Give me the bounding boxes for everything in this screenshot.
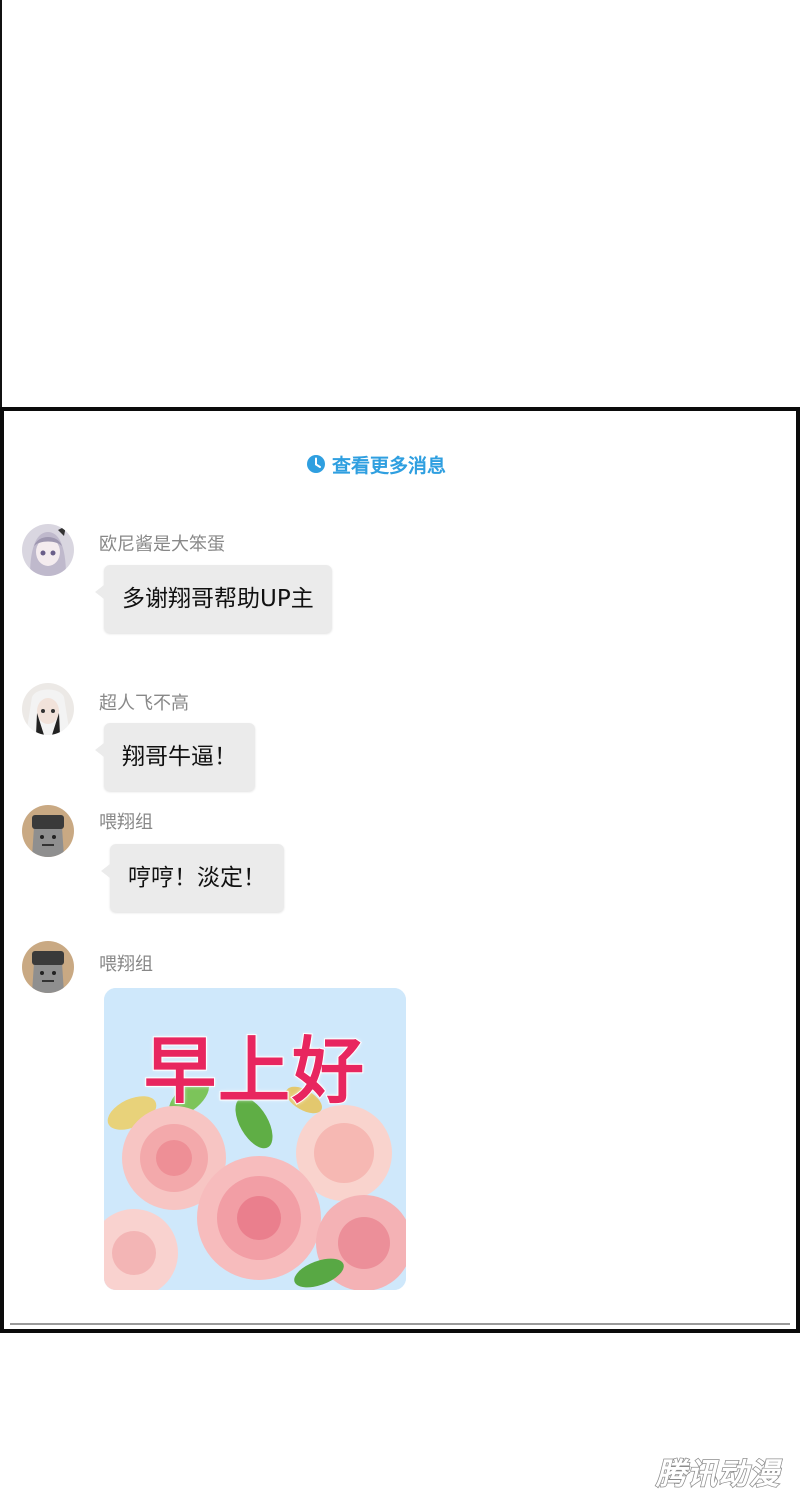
chat-screen: 查看更多消息 欧尼酱是大笨蛋 多谢翔哥帮助UP主 超人飞不高 翔哥牛逼！ 喂翔组… bbox=[0, 407, 800, 1333]
silver-hair-girl-avatar[interactable] bbox=[22, 524, 74, 576]
hat-guy-avatar[interactable] bbox=[22, 941, 74, 993]
message-bubble[interactable]: 翔哥牛逼！ bbox=[95, 723, 255, 791]
message-bubble[interactable]: 哼哼！淡定！ bbox=[101, 844, 284, 912]
panel-left-border bbox=[0, 0, 2, 412]
sticker-caption: 早上好 bbox=[143, 1027, 366, 1114]
view-more-messages-label: 查看更多消息 bbox=[332, 454, 447, 477]
roses-sticker[interactable]: 早上好 bbox=[104, 988, 406, 1290]
watermark-logo: 腾讯动漫 bbox=[655, 1456, 780, 1493]
view-more-messages-link[interactable]: 查看更多消息 bbox=[306, 451, 446, 477]
sender-name: 欧尼酱是大笨蛋 bbox=[99, 534, 225, 555]
hat-guy-avatar[interactable] bbox=[22, 805, 74, 857]
sender-name: 超人飞不高 bbox=[99, 693, 189, 714]
divider bbox=[10, 1323, 790, 1325]
clock-icon bbox=[306, 454, 326, 474]
message-bubble[interactable]: 多谢翔哥帮助UP主 bbox=[95, 565, 332, 633]
sender-name: 喂翔组 bbox=[99, 812, 153, 833]
white-hair-avatar[interactable] bbox=[22, 683, 74, 735]
sender-name: 喂翔组 bbox=[99, 954, 153, 975]
